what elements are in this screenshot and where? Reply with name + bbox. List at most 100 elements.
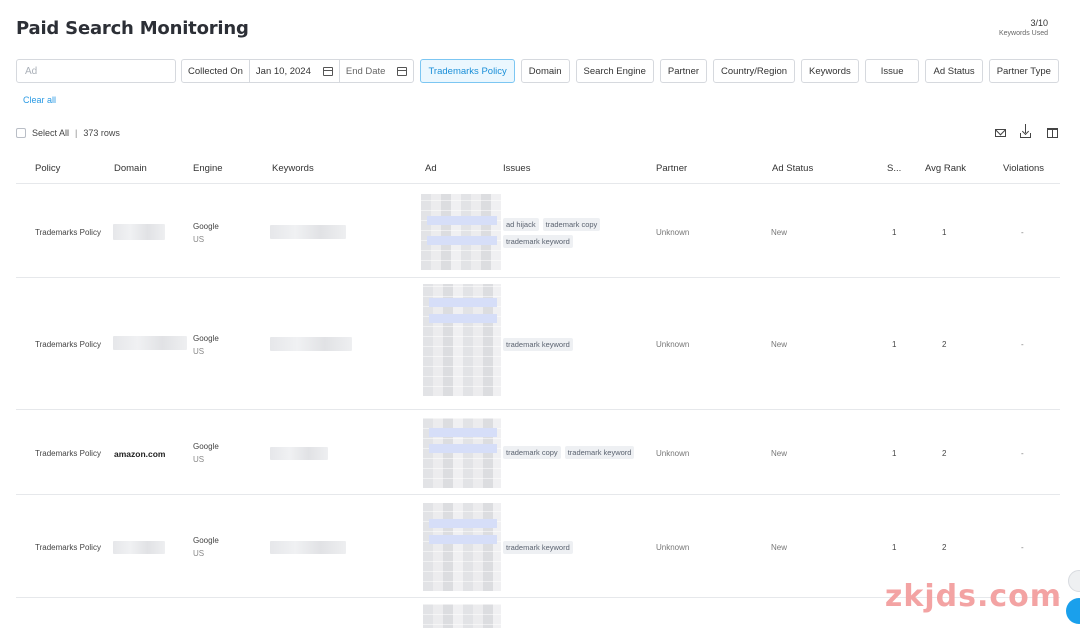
column-header-policy[interactable]: Policy [35,163,60,174]
s-cell: 1 [892,340,897,349]
partner-cell: Unknown [656,449,690,458]
engine-region: US [193,549,205,558]
ad-preview-redacted[interactable] [423,503,501,591]
results-table: Policy Domain Engine Keywords Ad Issues … [16,152,1060,628]
engine-cell: Google US [193,536,219,558]
keywords-redacted [270,337,352,351]
column-header-partner[interactable]: Partner [656,163,687,174]
violations-cell: - [1021,449,1024,458]
page-title: Paid Search Monitoring [16,18,249,39]
issue-tag: trademark copy [542,218,601,231]
keyword-usage-count: 3/10 [1030,18,1048,28]
engine-name: Google [193,536,219,545]
issue-tag: trademark keyword [503,541,573,554]
ad-preview-redacted[interactable] [423,604,501,628]
keyword-usage: 3/10 Keywords Used [999,18,1048,37]
issue-tag: trademark keyword [503,338,573,351]
s-cell: 1 [892,543,897,552]
filter-chip-partner-type[interactable]: Partner Type [988,59,1059,83]
columns-icon[interactable] [1047,127,1058,138]
column-header-avg-rank[interactable]: Avg Rank [925,163,966,174]
filter-bar: Collected On Jan 10, 2024 End Date Trade… [16,59,1059,83]
ad-preview-redacted[interactable] [423,418,501,488]
select-all-label[interactable]: Select All [32,128,69,138]
select-all-row: Select All | 373 rows [16,128,120,138]
table-row[interactable]: Trademarks Policy amazon.com Google US tr… [16,410,1060,495]
policy-cell: Trademarks Policy [35,340,101,349]
engine-cell: Google US [193,334,219,356]
domain-cell: amazon.com [114,449,166,459]
issues-cell: trademark copy trademark keyword [503,446,663,463]
partner-cell: Unknown [656,543,690,552]
domain-redacted [113,541,165,554]
download-icon[interactable] [1020,124,1031,138]
filter-chip-ad-status[interactable]: Ad Status [925,59,983,83]
partner-cell: Unknown [656,228,690,237]
table-row[interactable]: Trademarks Policy Google US trademark key… [16,278,1060,410]
engine-cell: Google US [193,442,219,464]
separator: | [75,128,78,138]
table-toolbar [981,124,1058,138]
ad-preview-redacted[interactable] [421,194,501,270]
keywords-redacted [270,447,328,460]
engine-region: US [193,235,205,244]
filter-chip-issue[interactable]: Issue [864,59,920,83]
select-all-checkbox[interactable] [16,128,26,138]
policy-cell: Trademarks Policy [35,449,101,458]
policy-cell: Trademarks Policy [35,543,101,552]
calendar-icon [322,66,333,76]
filter-chip-partner[interactable]: Partner [659,59,708,83]
column-header-ad-status[interactable]: Ad Status [772,163,813,174]
s-cell: 1 [892,449,897,458]
filter-chip-trademarks-policy[interactable]: Trademarks Policy [420,59,515,83]
help-button[interactable] [1066,598,1080,624]
column-header-s[interactable]: S... [887,163,901,174]
engine-region: US [193,455,205,464]
end-date-field[interactable]: End Date [340,60,414,82]
ad-status-cell: New [771,228,788,237]
ad-preview-redacted[interactable] [423,284,501,396]
column-header-ad[interactable]: Ad [425,163,437,174]
ad-status-cell: New [771,543,788,552]
keywords-redacted [270,541,346,554]
filter-chip-search-engine[interactable]: Search Engine [575,59,654,83]
filter-chip-keywords[interactable]: Keywords [801,59,859,83]
domain-redacted [113,224,165,240]
column-header-violations[interactable]: Violations [1003,163,1044,174]
table-row[interactable]: Trademarks Policy Google US ad hijack tra… [16,184,1060,278]
column-header-engine[interactable]: Engine [193,163,223,174]
collected-on-date-range: Collected On Jan 10, 2024 End Date [181,59,415,83]
issue-tag: ad hijack [503,218,539,231]
avg-rank-cell: 2 [942,543,947,552]
violations-cell: - [1021,228,1024,237]
s-cell: 1 [892,228,897,237]
chat-icon[interactable] [1068,570,1080,592]
ad-search-input[interactable] [16,59,176,83]
issue-tag: trademark keyword [503,235,573,248]
issue-tag: trademark copy [503,446,561,459]
issues-cell: trademark keyword [503,541,653,558]
column-header-keywords[interactable]: Keywords [272,163,314,174]
column-header-issues[interactable]: Issues [503,163,530,174]
issues-cell: trademark keyword [503,338,653,355]
mail-icon[interactable] [995,128,1006,137]
keywords-redacted [270,225,346,239]
calendar-icon [397,66,408,76]
filter-chip-domain[interactable]: Domain [520,59,570,83]
partner-cell: Unknown [656,340,690,349]
watermark: zkjds.com [884,579,1062,614]
filter-chip-country-region[interactable]: Country/Region [713,59,796,83]
violations-cell: - [1021,340,1024,349]
clear-all-link[interactable]: Clear all [23,95,56,105]
avg-rank-cell: 2 [942,340,947,349]
engine-name: Google [193,222,219,231]
start-date-field[interactable]: Jan 10, 2024 [250,60,340,82]
column-header-domain[interactable]: Domain [114,163,147,174]
table-header: Policy Domain Engine Keywords Ad Issues … [16,152,1060,184]
rows-count: 373 rows [83,128,120,138]
ad-status-cell: New [771,340,788,349]
ad-status-cell: New [771,449,788,458]
issues-cell: ad hijack trademark copy trademark keywo… [503,218,653,252]
end-date-placeholder: End Date [345,65,386,77]
engine-region: US [193,347,205,356]
